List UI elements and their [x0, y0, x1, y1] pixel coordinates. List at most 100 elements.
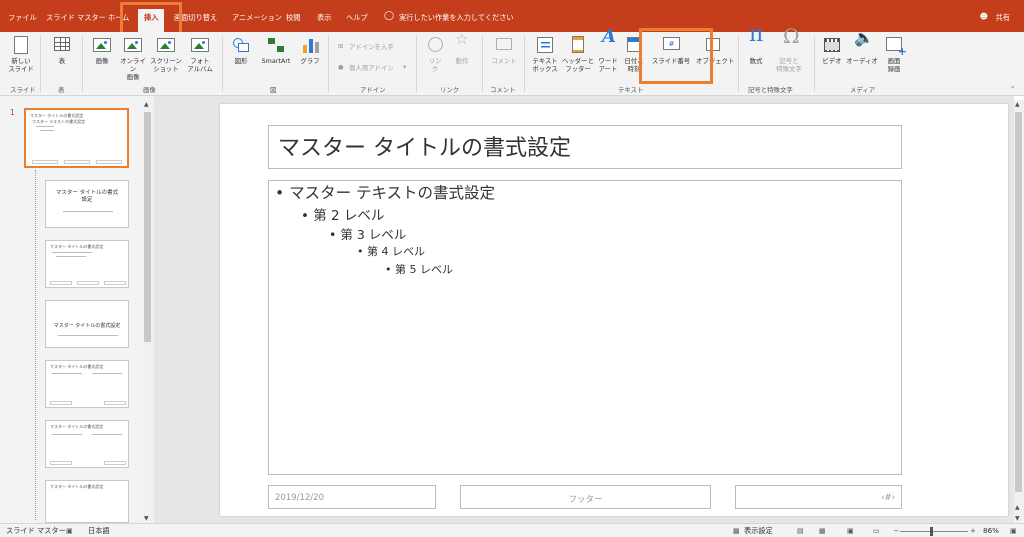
powerpoint-window: ファイル スライド マスター ホーム 挿入 画面切り替え アニメーション 校閲 …	[0, 0, 1024, 537]
fit-to-window-icon[interactable]: ▣	[1010, 526, 1017, 535]
smartart-label: SmartArt	[261, 57, 291, 65]
zoom-slider-knob[interactable]	[930, 527, 933, 536]
table-button[interactable]: 表	[48, 35, 76, 65]
tab-review[interactable]: 校閲	[286, 13, 300, 23]
thumbnail-layout-two-content[interactable]: マスター タイトルの書式設定	[45, 360, 129, 408]
spell-check-icon[interactable]: ▣	[66, 526, 73, 535]
thumbnail-layout-title-only-title: マスター タイトルの書式設定	[50, 484, 104, 489]
star-icon: ☆	[455, 30, 469, 48]
thumbnail-line	[58, 335, 118, 336]
next-slide-icon[interactable]: ▼	[1015, 515, 1020, 522]
slide-master-canvas[interactable]: マスター タイトルの書式設定 • マスター テキストの書式設定 • 第 2 レベ…	[220, 104, 1008, 516]
tell-me-search[interactable]: 実行したい作業を入力してください	[399, 13, 514, 23]
notes-icon[interactable]: ▦	[733, 526, 740, 535]
previous-slide-icon[interactable]: ▲	[1015, 504, 1020, 511]
my-addins-button[interactable]: 個人用アドイン	[349, 63, 394, 72]
title-placeholder[interactable]: マスター タイトルの書式設定	[268, 125, 902, 169]
speaker-icon: 🔈	[854, 28, 874, 47]
header-footer-label: ヘッダーと フッター	[562, 57, 594, 73]
group-divider	[416, 36, 417, 92]
wordart-button[interactable]: A ワード アート	[595, 26, 621, 74]
online-image-icon	[122, 35, 144, 55]
smartart-button[interactable]: SmartArt	[256, 35, 296, 65]
screenshot-button[interactable]: スクリーン ショット	[149, 35, 183, 73]
screen-recording-button[interactable]: 画面 録画	[880, 35, 908, 73]
thumbnail-layout-title-only[interactable]: マスター タイトルの書式設定	[45, 480, 129, 523]
thumbnail-line	[92, 434, 122, 435]
zoom-out-icon[interactable]: −	[893, 526, 899, 535]
thumbnail-footer	[64, 160, 90, 164]
thumbnail-line	[92, 373, 122, 374]
date-placeholder[interactable]: 2019/12/20	[268, 485, 436, 509]
normal-view-icon[interactable]: ▤	[797, 526, 804, 535]
tab-view[interactable]: 表示	[317, 13, 331, 23]
footer-placeholder[interactable]: フッター	[460, 485, 711, 509]
tab-animations[interactable]: アニメーション	[232, 13, 282, 23]
header-footer-button[interactable]: ヘッダーと フッター	[562, 35, 594, 73]
equation-button[interactable]: π 数式	[743, 24, 769, 66]
group-label-slides: スライド	[10, 86, 36, 94]
person-icon[interactable]: ☻	[980, 12, 988, 21]
wordart-icon: A	[602, 26, 616, 47]
thumbnail-master[interactable]: マスター タイトルの書式設定 マスター テキストの書式設定	[24, 108, 129, 168]
screen-recording-label: 画面 録画	[887, 57, 901, 73]
photo-album-button[interactable]: フォト アルバム	[184, 35, 216, 73]
slide-number-placeholder[interactable]: ‹#›	[735, 485, 902, 509]
body-placeholder[interactable]: • マスター テキストの書式設定 • 第 2 レベル • 第 3 レベル • 第…	[268, 180, 902, 475]
body-level-3: • 第 3 レベル	[329, 227, 407, 242]
footer-text: フッター	[568, 495, 603, 505]
scroll-up-icon[interactable]: ▲	[1015, 101, 1020, 108]
online-image-button[interactable]: オンライン 画像	[118, 35, 148, 81]
link-button[interactable]: リン ク	[422, 35, 448, 73]
film-icon	[821, 35, 843, 55]
layout-connector-line	[35, 170, 36, 520]
tab-slide-master[interactable]: スライド マスター	[46, 13, 106, 23]
comment-button[interactable]: コメント	[488, 35, 520, 65]
thumbnail-layout-section[interactable]: マスター タイトルの書式設定	[45, 300, 129, 348]
audio-button[interactable]: 🔈 オーディオ	[846, 28, 878, 66]
zoom-in-icon[interactable]: +	[970, 526, 976, 535]
video-button[interactable]: ビデオ	[819, 35, 845, 65]
body-level-5: • 第 5 レベル	[385, 263, 453, 276]
table-label: 表	[58, 57, 66, 65]
thumbnail-footer	[77, 281, 99, 285]
symbol-button[interactable]: Ω 記号と 特殊文字	[771, 26, 807, 73]
body-level-4: • 第 4 レベル	[357, 245, 425, 258]
thumbnail-scrollbar[interactable]: ▲ ▼	[143, 100, 153, 523]
image-button[interactable]: 画像	[88, 35, 116, 65]
thumbnail-scrollbar-thumb[interactable]	[144, 112, 151, 342]
zoom-slider[interactable]	[900, 531, 968, 532]
scroll-down-icon[interactable]: ▼	[144, 515, 149, 522]
display-settings-button[interactable]: 表示設定	[744, 526, 773, 536]
group-label-comments: コメント	[490, 86, 516, 94]
status-language[interactable]: 日本語	[88, 526, 110, 536]
action-label: 動作	[455, 57, 469, 65]
thumbnail-layout-title[interactable]: マスター タイトルの書式設定	[45, 180, 129, 228]
thumbnail-layout-content[interactable]: マスター タイトルの書式設定	[45, 240, 129, 288]
zoom-level[interactable]: 86%	[983, 526, 999, 535]
slideshow-icon[interactable]: ▭	[873, 526, 880, 535]
share-button[interactable]: 共有	[996, 13, 1010, 23]
new-slide-button[interactable]: 新しい スライド	[6, 35, 36, 73]
tab-file[interactable]: ファイル	[8, 13, 37, 23]
action-button[interactable]: ☆ 動作	[450, 30, 474, 66]
collapse-ribbon-icon[interactable]: ⌃	[1010, 85, 1015, 93]
textbox-button[interactable]: テキスト ボックス	[529, 35, 561, 73]
tab-help[interactable]: ヘルプ	[346, 13, 368, 23]
chevron-down-icon[interactable]: ▾	[403, 63, 406, 71]
reading-view-icon[interactable]: ▣	[847, 526, 854, 535]
thumbnail-layout-comparison[interactable]: マスター タイトルの書式設定	[45, 420, 129, 468]
scroll-up-icon[interactable]: ▲	[144, 101, 149, 108]
store-icon: ⊞	[338, 42, 344, 50]
shapes-button[interactable]: 図形	[228, 35, 254, 65]
get-addins-button[interactable]: アドインを入手	[349, 42, 394, 51]
thumbnail-footer	[50, 461, 72, 465]
group-divider	[524, 36, 525, 92]
slide-sorter-icon[interactable]: ▦	[819, 526, 826, 535]
lightbulb-icon[interactable]: ◯	[384, 11, 394, 21]
group-divider	[40, 36, 41, 92]
canvas-scrollbar-thumb[interactable]	[1015, 112, 1022, 492]
textbox-label: テキスト ボックス	[532, 57, 558, 73]
canvas-scrollbar[interactable]: ▲ ▲ ▼	[1014, 100, 1024, 523]
graph-button[interactable]: グラフ	[298, 35, 322, 65]
